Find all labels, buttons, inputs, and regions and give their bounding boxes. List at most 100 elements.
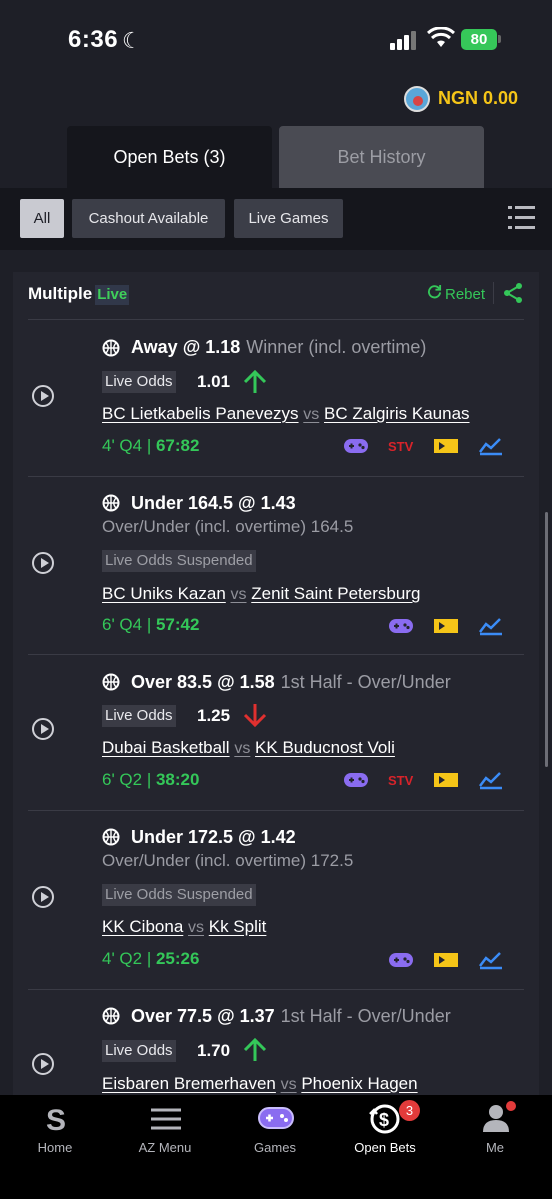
balance[interactable]: NGN 0.00 bbox=[438, 88, 518, 109]
filter-live-games[interactable]: Live Games bbox=[234, 199, 343, 238]
match-score: 67:82 bbox=[155, 436, 200, 455]
play-icon[interactable] bbox=[32, 718, 54, 740]
market-text: 1st Half - Over/Under bbox=[280, 672, 451, 692]
odds-label: Live Odds bbox=[102, 371, 176, 393]
stv-icon[interactable]: STV bbox=[387, 436, 415, 456]
gamepad-icon[interactable] bbox=[388, 616, 414, 636]
gamepad-icon[interactable] bbox=[343, 770, 369, 790]
menu-icon bbox=[151, 1108, 181, 1130]
home-team[interactable]: KK Cibona bbox=[102, 917, 183, 936]
vs-text: vs bbox=[280, 1076, 297, 1093]
match-time: 6' Q4 | bbox=[102, 615, 156, 634]
play-icon[interactable] bbox=[32, 385, 54, 407]
svg-text:$: $ bbox=[379, 1110, 389, 1130]
filter-all[interactable]: All bbox=[20, 199, 64, 238]
avatar[interactable] bbox=[404, 86, 430, 112]
match-teams[interactable]: BC Lietkabelis Panevezys vs BC Zalgiris … bbox=[102, 404, 470, 424]
selection-5: Over 77.5 @ 1.37 1st Half - Over/Under Li… bbox=[28, 989, 524, 1102]
live-tv-icon[interactable] bbox=[433, 950, 459, 970]
selection-4: Under 172.5 @ 1.42 Over/Under (incl. ove… bbox=[28, 810, 524, 989]
pick-text: Over 77.5 @ 1.37 bbox=[131, 1006, 275, 1026]
vs-text: vs bbox=[234, 740, 251, 757]
vs-text: vs bbox=[188, 919, 205, 936]
stv-icon[interactable]: STV bbox=[387, 770, 415, 790]
away-team[interactable]: Phoenix Hagen bbox=[301, 1074, 417, 1093]
notification-dot bbox=[506, 1101, 516, 1111]
play-icon[interactable] bbox=[32, 552, 54, 574]
home-team[interactable]: Eisbaren Bremerhaven bbox=[102, 1074, 276, 1093]
stats-chart-icon[interactable] bbox=[478, 616, 504, 636]
live-tv-icon[interactable] bbox=[433, 616, 459, 636]
tab-open-bets[interactable]: Open Bets (3) bbox=[67, 126, 272, 188]
svg-text:STV: STV bbox=[388, 439, 414, 454]
odds-value: 1.01 bbox=[197, 372, 231, 391]
battery-tip bbox=[498, 35, 501, 43]
svg-text:STV: STV bbox=[388, 773, 414, 788]
home-team[interactable]: BC Lietkabelis Panevezys bbox=[102, 404, 299, 423]
selection-1: Away @ 1.18 Winner (incl. overtime) Live … bbox=[28, 319, 524, 476]
live-tv-icon[interactable] bbox=[433, 436, 459, 456]
svg-text:S: S bbox=[46, 1104, 66, 1135]
stats-chart-icon[interactable] bbox=[478, 770, 504, 790]
rebet-button[interactable]: Rebet bbox=[427, 284, 485, 303]
filter-bar: All Cashout Available Live Games bbox=[0, 188, 552, 250]
live-tv-icon[interactable] bbox=[433, 770, 459, 790]
away-team[interactable]: Zenit Saint Petersburg bbox=[251, 584, 420, 603]
status-bar: 6:36 ☾ 80 bbox=[0, 0, 552, 80]
signal-icon bbox=[390, 30, 418, 50]
match-score: 25:26 bbox=[155, 949, 200, 968]
match-teams[interactable]: KK Cibona vs Kk Split bbox=[102, 917, 266, 937]
basketball-icon bbox=[102, 494, 120, 512]
rebet-label: Rebet bbox=[445, 286, 486, 303]
nav-label: Me bbox=[485, 1140, 505, 1155]
home-team[interactable]: Dubai Basketball bbox=[102, 738, 230, 757]
nav-label: Home bbox=[37, 1140, 73, 1155]
match-teams[interactable]: BC Uniks Kazan vs Zenit Saint Petersburg bbox=[102, 584, 420, 604]
match-teams[interactable]: Eisbaren Bremerhaven vs Phoenix Hagen bbox=[102, 1074, 418, 1094]
open-bets-icon: $ bbox=[369, 1104, 400, 1134]
bottom-nav: S Home AZ Menu Games $ 3 Open Bets Me bbox=[0, 1095, 552, 1199]
wifi-icon bbox=[427, 27, 455, 47]
match-teams[interactable]: Dubai Basketball vs KK Buducnost Voli bbox=[102, 738, 395, 758]
home-logo-icon: S bbox=[46, 1104, 66, 1135]
match-clock: 6' Q4 | 57:42 bbox=[102, 615, 199, 635]
away-team[interactable]: KK Buducnost Voli bbox=[255, 738, 395, 757]
stats-chart-icon[interactable] bbox=[478, 436, 504, 456]
away-team[interactable]: Kk Split bbox=[209, 917, 267, 936]
bet-card: Multiple Live Rebet Away @ 1.18 Winner (in… bbox=[13, 272, 539, 1102]
arrow-up-icon bbox=[243, 1037, 267, 1061]
odds-label: Live Odds Suspended bbox=[102, 550, 256, 572]
bet-tabs: Open Bets (3) Bet History bbox=[0, 126, 552, 188]
divider bbox=[493, 282, 494, 304]
play-icon[interactable] bbox=[32, 1053, 54, 1075]
match-icons: STV bbox=[343, 436, 523, 456]
nav-label: Open Bets bbox=[354, 1140, 416, 1155]
gamepad-icon[interactable] bbox=[343, 436, 369, 456]
selection-2: Under 164.5 @ 1.43 Over/Under (incl. ove… bbox=[28, 476, 524, 654]
list-view-icon[interactable] bbox=[508, 206, 535, 230]
share-icon[interactable] bbox=[502, 282, 524, 304]
match-score: 38:20 bbox=[155, 770, 200, 789]
play-icon[interactable] bbox=[32, 886, 54, 908]
away-team[interactable]: BC Zalgiris Kaunas bbox=[324, 404, 470, 423]
gamepad-icon[interactable] bbox=[388, 950, 414, 970]
odds-label: Live Odds bbox=[102, 705, 176, 727]
odds-label: Live Odds bbox=[102, 1040, 176, 1062]
battery-icon: 80 bbox=[461, 29, 497, 50]
match-clock: 4' Q2 | 25:26 bbox=[102, 949, 199, 969]
vs-text: vs bbox=[303, 406, 320, 423]
tab-bet-history[interactable]: Bet History bbox=[279, 126, 484, 188]
card-header: Multiple Live bbox=[28, 284, 130, 310]
home-team[interactable]: BC Uniks Kazan bbox=[102, 584, 226, 603]
nav-label: Games bbox=[254, 1140, 296, 1155]
filter-cashout-available[interactable]: Cashout Available bbox=[72, 199, 225, 238]
refresh-icon bbox=[428, 284, 442, 299]
selection-pick: Over 77.5 @ 1.37 1st Half - Over/Under bbox=[131, 1006, 451, 1027]
basketball-icon bbox=[102, 1007, 120, 1025]
status-time: 6:36 bbox=[68, 26, 119, 53]
selection-pick: Over 83.5 @ 1.58 1st Half - Over/Under bbox=[131, 672, 451, 693]
scrollbar[interactable] bbox=[545, 512, 548, 767]
match-icons bbox=[388, 950, 528, 970]
stats-chart-icon[interactable] bbox=[478, 950, 504, 970]
arrow-up-icon bbox=[243, 369, 267, 393]
